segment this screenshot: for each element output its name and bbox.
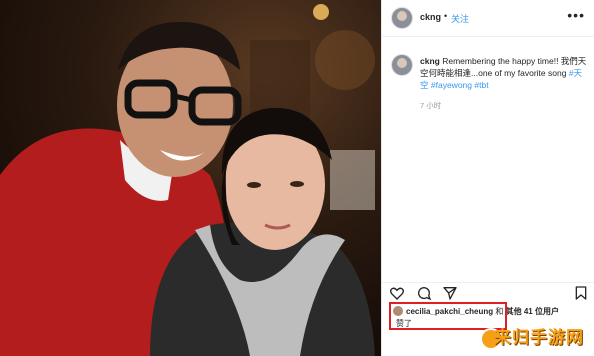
follow-button[interactable]: 关注 [451,12,469,25]
caption-text: ckng Remembering the happy time!! 我們天空何時… [420,55,588,91]
instagram-post: ckng • 关注 ••• ckng Remembering the happy… [0,0,594,356]
post-side-panel: ckng • 关注 ••• ckng Remembering the happy… [381,0,594,356]
hashtag[interactable]: #fayewong [431,80,472,90]
share-icon[interactable] [442,285,458,301]
likes-others[interactable]: 其他 41 位用户 [506,307,559,316]
post-header: ckng • 关注 ••• [382,0,594,37]
author-username[interactable]: ckng [420,12,441,22]
caption-avatar[interactable] [391,54,413,76]
watermark: 来归手游网 [480,324,590,354]
more-horizontal-icon[interactable]: ••• [567,7,585,23]
post-timestamp[interactable]: 7 小时 [420,100,441,111]
watermark-text: 来归手游网 [494,328,584,347]
caption-body: Remembering the happy time!! 我們天空何時能相逢..… [420,56,587,78]
heart-icon[interactable] [389,285,405,301]
action-bar [382,282,594,303]
post-photo[interactable] [0,0,381,356]
avatar[interactable] [391,7,413,29]
photo-illustration [0,0,381,356]
caption-username[interactable]: ckng [420,56,440,66]
hashtag[interactable]: #tbt [474,80,488,90]
comment-icon[interactable] [416,285,432,301]
separator-dot: • [444,11,448,21]
bookmark-icon[interactable] [573,285,589,301]
